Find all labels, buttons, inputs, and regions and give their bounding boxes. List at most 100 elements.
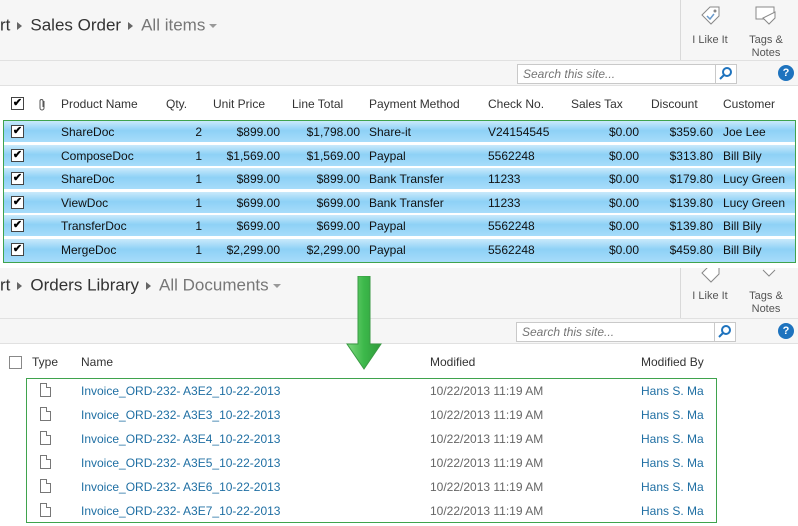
cell-unit-price: $699.00 bbox=[236, 195, 280, 210]
modified-date: 10/22/2013 11:19 AM bbox=[430, 504, 544, 518]
search-input[interactable] bbox=[517, 64, 716, 84]
tags-notes-button[interactable]: Tags & Notes bbox=[742, 4, 790, 60]
column-header-type[interactable]: Type bbox=[32, 355, 58, 369]
search-input[interactable] bbox=[516, 322, 715, 342]
column-header-qty[interactable]: Qty. bbox=[166, 97, 187, 113]
i-like-it-button[interactable]: I Like It bbox=[686, 4, 734, 47]
list-item[interactable]: Invoice_ORD-232- A3E6_10-22-2013 10/22/2… bbox=[27, 475, 716, 499]
cell-product[interactable]: MergeDoc bbox=[61, 243, 116, 257]
tags-notes-button[interactable]: Tags & Notes bbox=[742, 268, 790, 316]
cell-product[interactable]: ComposeDoc bbox=[61, 149, 134, 163]
breadcrumb-site[interactable]: rt bbox=[0, 16, 10, 35]
column-header-modified[interactable]: Modified bbox=[430, 355, 475, 369]
column-header-name[interactable]: Name bbox=[81, 355, 113, 369]
table-row[interactable]: ✔ ShareDoc 1 $899.00 $899.00 Bank Transf… bbox=[4, 168, 795, 190]
select-all-checkbox[interactable]: ✔ bbox=[11, 97, 24, 110]
magnifier-icon bbox=[719, 67, 732, 80]
cell-payment: Bank Transfer bbox=[369, 172, 444, 186]
document-name-link[interactable]: Invoice_ORD-232- A3E6_10-22-2013 bbox=[81, 480, 280, 494]
row-checkbox[interactable]: ✔ bbox=[11, 242, 24, 256]
modified-date: 10/22/2013 11:19 AM bbox=[430, 480, 544, 494]
cell-product[interactable]: ShareDoc bbox=[61, 172, 114, 186]
cell-discount: $459.80 bbox=[669, 242, 713, 257]
row-checkbox[interactable]: ✔ bbox=[11, 219, 24, 232]
document-name-link[interactable]: Invoice_ORD-232- A3E2_10-22-2013 bbox=[81, 384, 280, 398]
modified-by-link[interactable]: Hans S. Ma bbox=[641, 432, 704, 446]
select-all-checkbox[interactable] bbox=[9, 356, 22, 369]
modified-date: 10/22/2013 11:19 AM bbox=[430, 384, 544, 398]
cell-line-total: $699.00 bbox=[316, 195, 360, 210]
modified-date: 10/22/2013 11:19 AM bbox=[430, 408, 544, 422]
column-header-sales-tax[interactable]: Sales Tax bbox=[571, 97, 623, 113]
magnifier-icon bbox=[718, 325, 731, 338]
table-row[interactable]: ✔ ComposeDoc 1 $1,569.00 $1,569.00 Paypa… bbox=[4, 144, 795, 167]
list-item[interactable]: Invoice_ORD-232- A3E5_10-22-2013 10/22/2… bbox=[27, 451, 716, 475]
cell-product[interactable]: ShareDoc bbox=[61, 125, 114, 139]
modified-by-link[interactable]: Hans S. Ma bbox=[641, 480, 704, 494]
modified-by-link[interactable]: Hans S. Ma bbox=[641, 456, 704, 470]
view-selector[interactable]: All Documents bbox=[159, 276, 269, 295]
list-item[interactable]: Invoice_ORD-232- A3E3_10-22-2013 10/22/2… bbox=[27, 403, 716, 427]
breadcrumb-list-sales-order[interactable]: Sales Order bbox=[30, 16, 121, 35]
document-name-link[interactable]: Invoice_ORD-232- A3E7_10-22-2013 bbox=[81, 504, 280, 518]
help-icon[interactable]: ? bbox=[778, 323, 794, 339]
cell-unit-price: $899.00 bbox=[236, 172, 280, 186]
document-icon bbox=[40, 455, 51, 469]
cell-check-no: 11233 bbox=[488, 172, 521, 186]
orders-library-new-documents: Invoice_ORD-232- A3E2_10-22-2013 10/22/2… bbox=[26, 378, 717, 523]
modified-by-link[interactable]: Hans S. Ma bbox=[641, 384, 704, 398]
row-checkbox[interactable]: ✔ bbox=[11, 148, 24, 162]
column-header-line-total[interactable]: Line Total bbox=[292, 97, 343, 113]
cell-payment: Share-it bbox=[369, 125, 412, 139]
column-header-payment-method[interactable]: Payment Method bbox=[369, 97, 460, 113]
cell-customer: Joe Lee bbox=[723, 125, 766, 139]
cell-check-no: 5562248 bbox=[488, 148, 535, 163]
table-row[interactable]: ✔ MergeDoc 1 $2,299.00 $2,299.00 Paypal … bbox=[4, 238, 795, 262]
table-row[interactable]: ✔ ShareDoc 2 $899.00 $1,798.00 Share-it … bbox=[4, 121, 795, 143]
column-header-unit-price[interactable]: Unit Price bbox=[213, 97, 265, 113]
list-item[interactable]: Invoice_ORD-232- A3E2_10-22-2013 10/22/2… bbox=[27, 379, 716, 403]
down-arrow-icon bbox=[346, 276, 382, 370]
cell-payment: Paypal bbox=[369, 148, 406, 163]
document-name-link[interactable]: Invoice_ORD-232- A3E5_10-22-2013 bbox=[81, 456, 280, 470]
cell-line-total: $899.00 bbox=[316, 172, 360, 186]
column-header-check-no[interactable]: Check No. bbox=[488, 97, 544, 113]
cell-line-total: $1,569.00 bbox=[306, 148, 360, 163]
cell-sales-tax: $0.00 bbox=[608, 172, 639, 186]
list-item[interactable]: Invoice_ORD-232- A3E4_10-22-2013 10/22/2… bbox=[27, 427, 716, 451]
list-item[interactable]: Invoice_ORD-232- A3E7_10-22-2013 10/22/2… bbox=[27, 499, 716, 523]
cell-sales-tax: $0.00 bbox=[608, 125, 639, 139]
help-icon[interactable]: ? bbox=[778, 65, 794, 81]
column-header-product-name[interactable]: Product Name bbox=[61, 97, 138, 113]
modified-date: 10/22/2013 11:19 AM bbox=[430, 456, 544, 470]
search-button[interactable] bbox=[714, 322, 736, 342]
column-header-discount[interactable]: Discount bbox=[651, 97, 698, 113]
document-name-link[interactable]: Invoice_ORD-232- A3E3_10-22-2013 bbox=[81, 408, 280, 422]
row-checkbox[interactable]: ✔ bbox=[11, 195, 24, 209]
i-like-it-button[interactable]: I Like It bbox=[686, 268, 734, 303]
chevron-down-icon[interactable] bbox=[272, 283, 281, 288]
cell-customer: Bill Bily bbox=[723, 219, 762, 233]
column-header-customer[interactable]: Customer bbox=[723, 97, 775, 113]
tag-note-icon bbox=[762, 269, 776, 277]
table-row[interactable]: ✔ TransferDoc 1 $699.00 $699.00 Paypal 5… bbox=[4, 215, 795, 237]
breadcrumb-list-orders-library[interactable]: Orders Library bbox=[30, 276, 139, 295]
cell-discount: $139.80 bbox=[669, 219, 713, 233]
document-name-link[interactable]: Invoice_ORD-232- A3E4_10-22-2013 bbox=[81, 432, 280, 446]
cell-product[interactable]: ViewDoc bbox=[61, 196, 108, 210]
chevron-down-icon[interactable] bbox=[209, 23, 218, 28]
row-checkbox[interactable]: ✔ bbox=[11, 172, 24, 185]
table-row[interactable]: ✔ ViewDoc 1 $699.00 $699.00 Bank Transfe… bbox=[4, 191, 795, 214]
cell-customer: Bill Bily bbox=[723, 242, 762, 257]
modified-by-link[interactable]: Hans S. Ma bbox=[641, 504, 704, 518]
cell-product[interactable]: TransferDoc bbox=[61, 219, 127, 233]
cell-payment: Paypal bbox=[369, 242, 406, 257]
row-checkbox[interactable]: ✔ bbox=[11, 125, 24, 138]
breadcrumb-site[interactable]: rt bbox=[0, 276, 10, 295]
view-selector[interactable]: All items bbox=[141, 16, 205, 35]
column-header-modified-by[interactable]: Modified By bbox=[641, 355, 704, 369]
modified-by-link[interactable]: Hans S. Ma bbox=[641, 408, 704, 422]
cell-customer: Lucy Green bbox=[723, 195, 786, 210]
search-button[interactable] bbox=[715, 64, 737, 84]
breadcrumb-separator-icon bbox=[146, 281, 152, 290]
